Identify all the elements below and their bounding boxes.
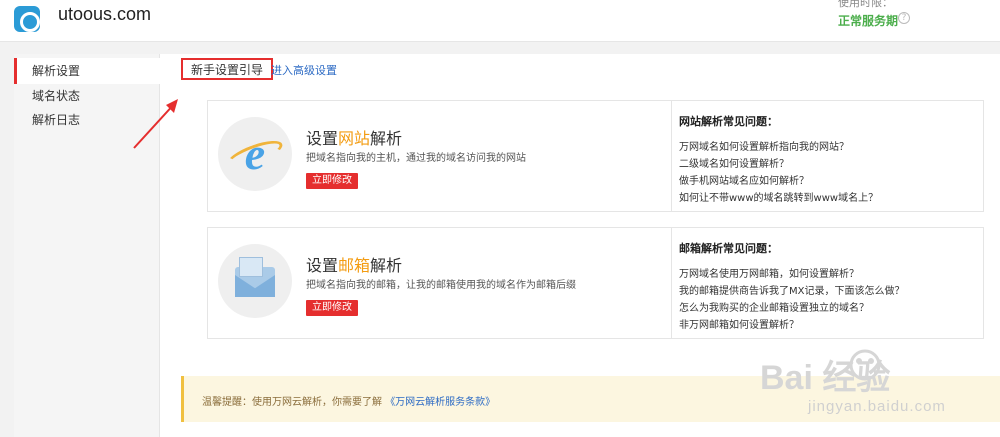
faq-title: 邮箱解析常见问题： xyxy=(679,242,778,255)
faq-link[interactable]: 怎么为我购买的企业邮箱设置独立的域名？ xyxy=(679,299,869,314)
watermark-url: jingyan.baidu.com xyxy=(808,398,946,415)
baidu-jingyan-watermark: Bai 经验 xyxy=(760,349,890,397)
faq-link[interactable]: 我的邮箱提供商告诉我了MX记录，下面该怎么做？ xyxy=(679,282,904,297)
terms-link[interactable]: 《万网云解析服务条款》 xyxy=(385,397,495,408)
card-description: 把域名指向我的主机，通过我的域名访问我的网站 xyxy=(306,153,526,164)
help-icon[interactable]: ? xyxy=(898,12,910,24)
site-logo-icon xyxy=(14,6,40,32)
faq-link[interactable]: 万网域名如何设置解析指向我的网站？ xyxy=(679,138,849,153)
notice-text: 温馨提醒：使用万网云解析，你需要了解 《万网云解析服务条款》 xyxy=(202,397,496,408)
browser-e-icon: e xyxy=(244,128,266,179)
card-description: 把域名指向我的邮箱，让我的邮箱使用我的域名作为邮箱后缀 xyxy=(306,280,576,291)
faq-link[interactable]: 如何让不带www的域名跳转到www域名上？ xyxy=(679,189,878,204)
faq-link[interactable]: 做手机网站域名应如何解析？ xyxy=(679,172,809,187)
card-title: 设置网站解析 xyxy=(306,129,403,148)
page: utoous.com 使用时限： 正常服务期 ? 解析设置 域名状态 解析日志 … xyxy=(0,0,1000,437)
modify-website-button[interactable]: 立即修改 xyxy=(306,173,358,189)
left-gutter xyxy=(0,54,14,437)
divider xyxy=(671,101,672,211)
sidebar-item-dns-settings[interactable]: 解析设置 xyxy=(14,58,160,84)
card-title: 设置邮箱解析 xyxy=(306,256,403,275)
mail-envelope-icon xyxy=(235,257,275,297)
service-term-label: 使用时限： xyxy=(838,0,893,9)
header-band xyxy=(0,42,1000,54)
top-header: utoous.com 使用时限： 正常服务期 ? xyxy=(0,0,1000,42)
modify-email-button[interactable]: 立即修改 xyxy=(306,300,358,316)
faq-link[interactable]: 二级域名如何设置解析？ xyxy=(679,155,789,170)
website-dns-card: e 设置网站解析 把域名指向我的主机，通过我的域名访问我的网站 立即修改 网站解… xyxy=(207,100,984,212)
faq-link[interactable]: 万网域名使用万网邮箱，如何设置解析？ xyxy=(679,265,859,280)
annotation-arrow-icon xyxy=(133,99,178,149)
service-status: 正常服务期 xyxy=(838,14,899,28)
email-dns-card: 设置邮箱解析 把域名指向我的邮箱，让我的邮箱使用我的域名作为邮箱后缀 立即修改 … xyxy=(207,227,984,339)
domain-name: utoous.com xyxy=(58,4,152,24)
tab-beginner-guide[interactable]: 新手设置引导 xyxy=(181,58,274,80)
website-icon-circle: e xyxy=(218,117,292,191)
faq-link[interactable]: 非万网邮箱如何设置解析？ xyxy=(679,316,799,331)
divider xyxy=(671,228,672,338)
faq-title: 网站解析常见问题： xyxy=(679,115,778,128)
tab-advanced-settings[interactable]: 进入高级设置 xyxy=(271,62,337,78)
email-icon-circle xyxy=(218,244,292,318)
watermark-logo: Bai 经验 xyxy=(760,358,890,397)
